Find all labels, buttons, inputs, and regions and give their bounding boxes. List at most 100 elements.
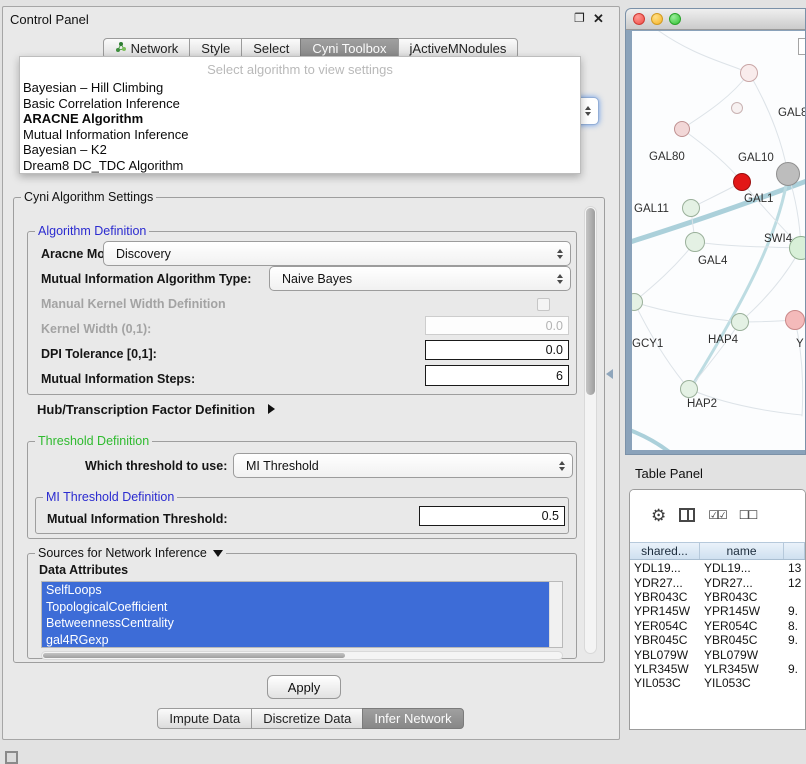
network-edge (634, 242, 695, 302)
combo-stepper-icon (557, 249, 563, 259)
data-attributes-list: SelfLoopsTopologicalCoefficientBetweenne… (42, 582, 562, 648)
mi-type-value: Naive Bayes (282, 272, 352, 286)
deselect-all-icon[interactable]: ☐☐ (739, 508, 757, 522)
bottom-tabs: Impute Data Discretize Data Infer Network (3, 708, 619, 729)
listbox-scrollbar[interactable] (549, 582, 562, 647)
panel-splitter-handle[interactable] (606, 369, 613, 379)
sources-legend[interactable]: Sources for Network Inference (35, 546, 226, 560)
attribute-item-betweennesscentrality[interactable]: BetweennessCentrality (42, 615, 549, 632)
table-cell: 9. (784, 633, 805, 647)
network-view-window: GAL8GAL80GAL10GAL11GAL1SWI4GAL4GCY1HAP4Y… (625, 8, 806, 455)
table-row[interactable]: YBR045CYBR045C9. (630, 633, 805, 647)
network-canvas[interactable]: GAL8GAL80GAL10GAL11GAL1SWI4GAL4GCY1HAP4Y… (632, 31, 806, 450)
collapse-icon[interactable] (213, 550, 223, 557)
zoom-traffic-light-icon[interactable] (669, 13, 681, 25)
table-row[interactable]: YDL19...YDL19...13 (630, 561, 805, 575)
algorithm-option-basic-correlation-inference[interactable]: Basic Correlation Inference (20, 96, 580, 112)
combo-stepper-icon (559, 461, 565, 471)
attribute-item-selfloops[interactable]: SelfLoops (42, 582, 549, 599)
network-node-label-gal10: GAL10 (738, 152, 774, 164)
table-row[interactable]: YLR345WYLR345W9. (630, 662, 805, 676)
gear-icon[interactable]: ⚙ (651, 507, 666, 524)
hub-section-label[interactable]: Hub/Transcription Factor Definition (37, 402, 275, 417)
data-attributes-listbox[interactable]: SelfLoopsTopologicalCoefficientBetweenne… (41, 581, 563, 648)
network-node-label-gcy1: GCY1 (632, 338, 663, 350)
column-header-shared[interactable]: shared... (630, 543, 700, 559)
close-traffic-light-icon[interactable] (633, 13, 645, 25)
control-panel: Control Panel ❐ ✕ NetworkStyleSelectCyni… (2, 6, 620, 740)
column-header-name[interactable]: name (700, 543, 784, 559)
network-node-label-hap4: HAP4 (708, 334, 738, 346)
tab-label: Cyni Toolbox (312, 41, 386, 56)
combo-stepper-icon (557, 274, 563, 284)
attribute-item-gal4rgexp[interactable]: gal4RGexp (42, 632, 549, 649)
network-icon (115, 41, 127, 56)
which-threshold-value: MI Threshold (246, 459, 319, 473)
algorithm-option-aracne-algorithm[interactable]: ARACNE Algorithm (20, 111, 580, 127)
float-window-icon[interactable]: ❐ (574, 11, 585, 25)
table-row[interactable]: YER054CYER054C8. (630, 619, 805, 633)
table-row[interactable]: YIL053CYIL053C (630, 676, 805, 690)
table-cell: 13 (784, 561, 805, 575)
apply-button[interactable]: Apply (267, 675, 341, 699)
network-node[interactable] (731, 102, 743, 114)
minimized-panel-icon[interactable] (5, 751, 18, 764)
network-node[interactable] (682, 199, 700, 217)
aracne-mode-combobox[interactable]: Discovery (103, 241, 571, 266)
network-window-titlebar[interactable] (626, 9, 805, 30)
tab-label: jActiveMNodules (410, 41, 507, 56)
mi-type-combobox[interactable]: Naive Bayes (269, 266, 571, 291)
column-header-col2[interactable] (784, 543, 805, 559)
mi-steps-input[interactable] (425, 365, 569, 386)
hscrollbar-thumb[interactable] (43, 653, 345, 658)
tab-infer-network[interactable]: Infer Network (362, 708, 463, 729)
close-icon[interactable]: ✕ (593, 11, 604, 27)
tab-impute-data[interactable]: Impute Data (157, 708, 252, 729)
network-node[interactable] (733, 173, 751, 191)
algorithm-placeholder: Select algorithm to view settings (20, 59, 580, 80)
network-node[interactable] (731, 313, 749, 331)
listbox-hscrollbar[interactable] (41, 651, 563, 660)
network-node[interactable] (740, 64, 758, 82)
table-cell: 12 (784, 576, 805, 590)
canvas-scrollbar[interactable] (798, 38, 806, 55)
algorithm-option-bayesian-k2[interactable]: Bayesian – K2 (20, 142, 580, 158)
which-threshold-combobox[interactable]: MI Threshold (233, 453, 573, 478)
table-row[interactable]: YBL079WYBL079W (630, 647, 805, 661)
table-row[interactable]: YBR043CYBR043C (630, 590, 805, 604)
table-cell: 9. (784, 662, 805, 676)
network-node[interactable] (674, 121, 690, 137)
algorithm-option-mutual-information-inference[interactable]: Mutual Information Inference (20, 127, 580, 143)
manual-kernel-checkbox[interactable] (537, 298, 550, 311)
algorithm-option-bayesian-hill-climbing[interactable]: Bayesian – Hill Climbing (20, 80, 580, 96)
algorithm-popup-list: Bayesian – Hill ClimbingBasic Correlatio… (20, 80, 580, 174)
attribute-item-topologicalcoefficient[interactable]: TopologicalCoefficient (42, 599, 549, 616)
select-all-icon[interactable]: ☑☑ (708, 508, 726, 522)
expand-icon[interactable] (268, 404, 275, 414)
table-cell: YBL079W (700, 648, 784, 662)
dpi-tolerance-input[interactable] (425, 340, 569, 360)
columns-icon[interactable] (679, 508, 695, 522)
network-node[interactable] (785, 310, 805, 330)
scrollbar-thumb[interactable] (586, 208, 595, 395)
table-cell: YIL053C (630, 676, 700, 690)
tab-label: Infer Network (374, 711, 451, 726)
network-node[interactable] (685, 232, 705, 252)
table-row[interactable]: YPR145WYPR145W9. (630, 604, 805, 618)
settings-scrollbar[interactable] (584, 206, 597, 654)
algorithm-option-dream8-dc-tdc-algorithm[interactable]: Dream8 DC_TDC Algorithm (20, 158, 580, 174)
network-node[interactable] (776, 162, 800, 186)
tab-label: Discretize Data (263, 711, 351, 726)
mi-threshold-input[interactable] (419, 506, 565, 526)
table-cell: YDL19... (700, 561, 784, 575)
network-node[interactable] (680, 380, 698, 398)
kernel-width-input[interactable] (425, 316, 569, 335)
tab-discretize-data[interactable]: Discretize Data (251, 708, 363, 729)
threshold-definition-legend: Threshold Definition (35, 434, 152, 448)
table-row[interactable]: YDR27...YDR27...12 (630, 575, 805, 589)
minimize-traffic-light-icon[interactable] (651, 13, 663, 25)
cyni-settings-legend: Cyni Algorithm Settings (21, 190, 156, 204)
network-node-label-y: Y (796, 338, 804, 350)
table-cell: 8. (784, 619, 805, 633)
network-node-label-gal1: GAL1 (744, 193, 773, 205)
